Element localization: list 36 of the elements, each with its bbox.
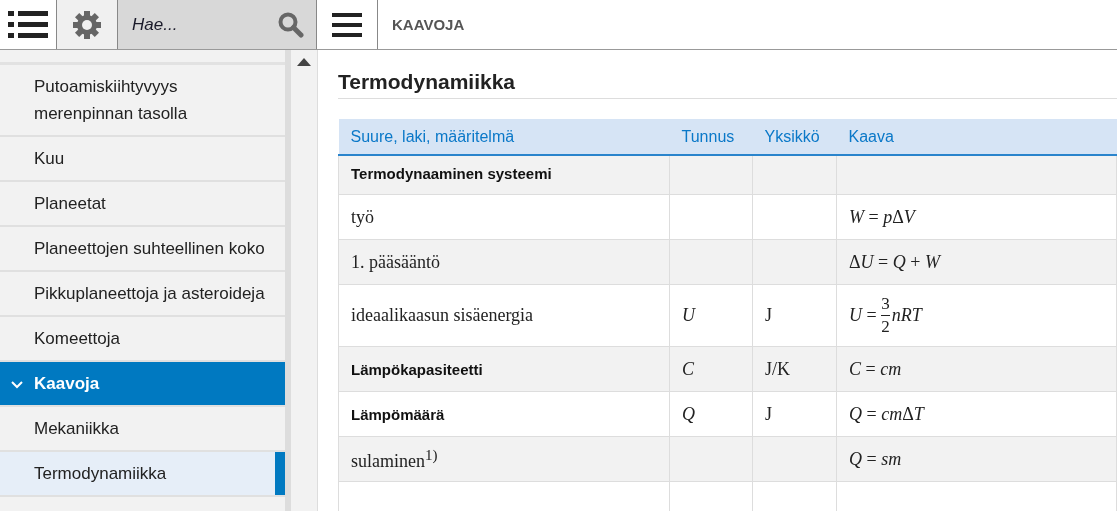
sidebar-item[interactable]: Termodynamiikka [0,452,286,497]
symbol: Q [682,403,695,424]
symbol: U [682,305,695,325]
quantity-name: ideaalikaasun sisäenergia [351,305,534,325]
section-heading: Termodynamiikka [338,70,1117,99]
unit: J [765,305,772,325]
search-field[interactable]: Hae... [118,0,317,49]
quantity-name: työ [351,206,374,227]
quantity-name: Lämpömäärä [351,405,445,423]
chevron-down-icon [11,381,23,389]
formula: ΔU = Q + W [849,251,940,273]
formula: W = pΔV [849,206,915,228]
column-header: Suure, laki, määritelmä [338,119,670,155]
column-header: Kaava [836,119,1117,155]
list-icon [8,10,48,39]
formula: Q = cmΔT [849,403,924,425]
scroll-up-icon [297,58,312,66]
search-input[interactable]: Hae... [130,13,278,36]
scrollbar[interactable] [285,50,317,511]
page-title: KAAVOJA [392,16,465,33]
formula: C = cm [849,358,902,380]
sidebar-item[interactable]: Kaavoja [0,362,286,407]
quantity-name: sulaminen$^{1)}$ [351,450,438,471]
quantity-name: Termodynaaminen systeemi [351,164,552,182]
column-header: Yksikkö [752,119,837,155]
settings-icon [72,9,102,40]
menu-icon [332,12,362,37]
search-icon [278,11,304,38]
settings-button[interactable] [57,0,118,49]
quantity-name: 1. pääsääntö [351,251,440,272]
symbol: C [682,358,694,379]
formula: Q = sm [849,448,902,470]
column-header: Tunnus [669,119,753,155]
unit: J/K [765,358,790,379]
quantity-name: Lämpökapasiteetti [351,360,483,378]
unit: J [765,403,772,424]
